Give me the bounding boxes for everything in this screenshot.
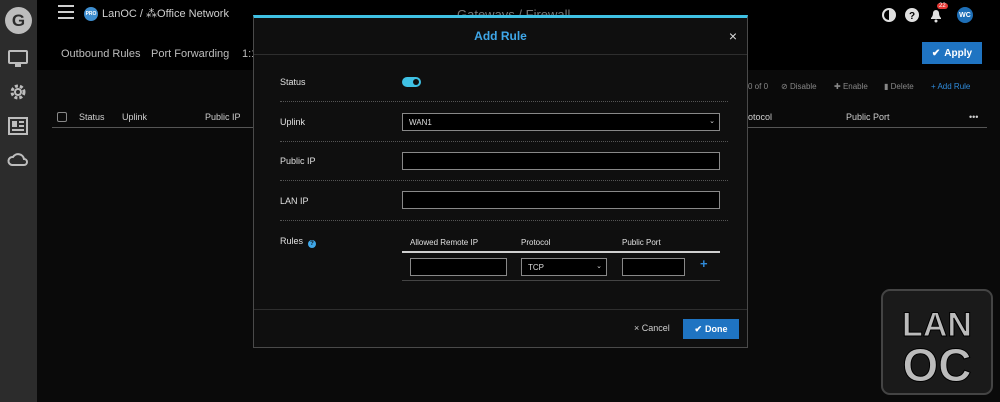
column-public-port[interactable]: Public Port: [846, 112, 890, 122]
rules-label: Rules: [280, 236, 304, 246]
row-divider: [280, 141, 728, 142]
help-icon[interactable]: ?: [904, 7, 920, 23]
delete-label: Delete: [890, 82, 914, 91]
add-rule-button[interactable]: + Add Rule: [931, 82, 970, 91]
cancel-label: Cancel: [641, 323, 670, 333]
enable-label: Enable: [842, 82, 868, 91]
column-uplink[interactable]: Uplink: [122, 112, 147, 122]
apply-button[interactable]: ✔ Apply: [922, 42, 982, 64]
gear-icon[interactable]: [7, 82, 29, 102]
protocol-value: TCP: [528, 262, 544, 272]
done-button[interactable]: ✔ Done: [683, 319, 739, 339]
contrast-icon[interactable]: [881, 7, 897, 23]
breadcrumb-org[interactable]: LanOC: [102, 8, 137, 20]
lan-ip-input[interactable]: [402, 191, 720, 209]
row-divider: [280, 220, 728, 221]
uplink-label: Uplink: [280, 117, 306, 127]
delete-button[interactable]: ▮ Delete: [884, 82, 914, 91]
column-status[interactable]: Status: [79, 112, 105, 122]
uplink-select[interactable]: WAN1 ⌄: [402, 113, 720, 131]
public-port-input[interactable]: [622, 258, 685, 276]
chevron-down-icon: ⌄: [709, 118, 715, 125]
status-toggle[interactable]: [402, 77, 421, 87]
enable-button[interactable]: ✚ Enable: [834, 82, 868, 91]
allowed-remote-ip-input[interactable]: [410, 258, 507, 276]
status-label: Status: [280, 77, 306, 87]
trash-icon: ▮: [884, 82, 891, 91]
protocol-select[interactable]: TCP ⌄: [521, 258, 607, 276]
check-icon: ✔: [694, 323, 703, 334]
footer-divider: [254, 309, 747, 310]
add-rule-label: Add Rule: [937, 82, 971, 91]
report-icon[interactable]: [7, 116, 29, 136]
column-protocol[interactable]: otocol: [748, 112, 772, 122]
public-ip-label: Public IP: [280, 156, 316, 166]
disable-icon: ⊘: [781, 82, 790, 91]
rules-header-underline: [402, 251, 720, 253]
apply-label: Apply: [944, 47, 973, 59]
breadcrumb-sep: /: [136, 8, 147, 20]
row-divider: [280, 180, 728, 181]
check-icon: ✔: [931, 47, 941, 59]
hamburger-menu-icon[interactable]: [58, 5, 74, 19]
breadcrumb-network[interactable]: Office Network: [157, 8, 229, 20]
tab-port-forwarding[interactable]: Port Forwarding: [151, 48, 229, 60]
lan-ip-label: LAN IP: [280, 196, 309, 206]
column-public-ip[interactable]: Public IP: [205, 112, 241, 122]
close-icon[interactable]: ×: [729, 28, 737, 44]
enable-icon: ✚: [834, 82, 843, 91]
modal-title: Add Rule: [474, 29, 527, 43]
disable-button[interactable]: ⊘ Disable: [781, 82, 817, 91]
rules-col-allowed-remote-ip: Allowed Remote IP: [410, 238, 479, 247]
help-icon[interactable]: ?: [308, 240, 316, 248]
app-logo-icon[interactable]: G: [5, 7, 32, 34]
uplink-value: WAN1: [409, 117, 432, 127]
cloud-sync-icon[interactable]: [7, 150, 29, 170]
rules-row-divider: [402, 280, 720, 281]
row-divider: [280, 101, 728, 102]
pro-badge: PRO: [84, 7, 98, 21]
breadcrumb[interactable]: LanOC / ⁂Office Network: [102, 7, 229, 20]
notification-count-badge: 22: [937, 3, 948, 9]
add-row-icon[interactable]: +: [700, 256, 708, 271]
app-root: G PRO LanOC / ⁂Office Network Gateways /…: [0, 0, 1000, 402]
column-options-icon[interactable]: •••: [969, 112, 978, 122]
rules-col-protocol: Protocol: [521, 238, 551, 247]
public-ip-input[interactable]: [402, 152, 720, 170]
left-nav-rail: G: [0, 0, 37, 402]
cancel-button[interactable]: × Cancel: [634, 323, 670, 333]
watermark-text-2: OC: [903, 339, 972, 391]
close-icon: ×: [634, 323, 642, 333]
svg-text:?: ?: [909, 11, 915, 22]
rules-col-public-port: Public Port: [622, 238, 661, 247]
chevron-down-icon: ⌄: [596, 263, 602, 270]
lanoc-watermark-logo: LAN OC: [881, 289, 993, 395]
bell-icon[interactable]: [928, 7, 944, 23]
monitor-icon[interactable]: [7, 49, 29, 69]
pagination-count: 0 of 0: [748, 82, 769, 91]
user-avatar[interactable]: WC: [957, 7, 973, 23]
done-label: Done: [705, 324, 728, 334]
disable-label: Disable: [789, 82, 817, 91]
network-icon: ⁂: [146, 8, 158, 20]
add-rule-modal: Add Rule × Status Uplink WAN1 ⌄ Public IP…: [253, 15, 748, 348]
header-divider: [254, 54, 747, 55]
tab-outbound-rules[interactable]: Outbound Rules: [61, 48, 141, 60]
select-all-checkbox[interactable]: [57, 112, 67, 122]
